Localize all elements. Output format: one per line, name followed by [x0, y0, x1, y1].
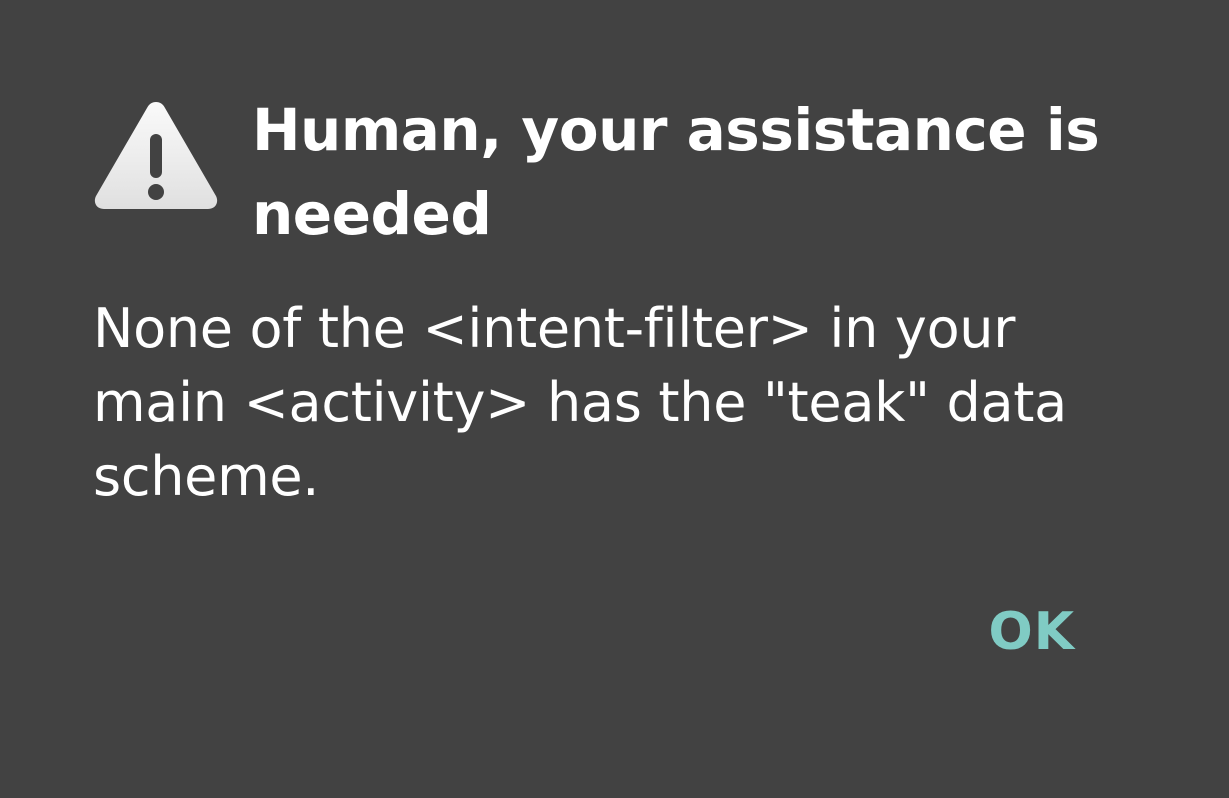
dialog-message: None of the <intent-filter> in your main… [93, 297, 1067, 508]
dialog-header: Human, your assistance is needed [92, 88, 1152, 256]
dialog-title: Human, your assistance is needed [252, 96, 1100, 248]
warning-icon [92, 96, 220, 214]
alert-dialog: Human, your assistance is needed None of… [0, 0, 1229, 798]
ok-button[interactable]: OK [985, 598, 1080, 666]
